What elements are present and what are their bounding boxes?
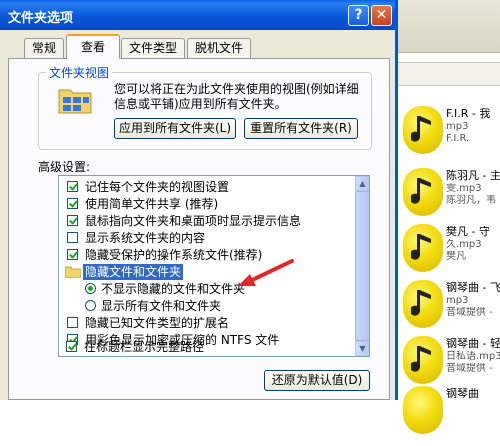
folder-options-dialog: 文件夹选项 ? ✕ 常规 查看 文件类型 脱机文件 文件夹视图 您可以将正在为此… (0, 0, 398, 400)
dialog-title: 文件夹选项 (8, 11, 74, 26)
radio-selected[interactable] (85, 283, 96, 294)
radio-label: 不显示隐藏的文件和文件夹 (101, 282, 246, 296)
setting-row[interactable]: 隐藏已知文件类型的扩展名 (59, 315, 355, 331)
advanced-settings-tree: 记住每个文件夹的视图设置 使用简单文件共享 (推荐) 鼠标指向文件夹和桌面项时显… (58, 175, 370, 357)
file-item[interactable]: 樊凡 - 守 久.mp3 樊凡 (400, 222, 500, 284)
file-meta: 雯.mp3 (446, 183, 482, 194)
close-button[interactable]: ✕ (371, 5, 392, 26)
folder-view-description: 您可以将正在为此文件夹使用的视图(例如详细信息或平铺)应用到所有文件夹。 (114, 82, 359, 111)
explorer-toolbar (395, 0, 500, 53)
setting-row[interactable]: 记住每个文件夹的视图设置 (59, 179, 355, 195)
radio-row[interactable]: 不显示隐藏的文件和文件夹 (59, 281, 355, 297)
music-file-icon (403, 336, 443, 384)
file-meta: F.I.R. (446, 133, 470, 144)
file-meta: 樊凡 (446, 251, 466, 262)
file-name: 钢琴曲 - 飞 (446, 282, 500, 294)
music-file-icon (403, 106, 443, 154)
file-meta: mp3 (446, 295, 469, 306)
apply-to-all-folders-button[interactable]: 应用到所有文件夹(L) (114, 118, 236, 139)
tab-offline-files[interactable]: 脱机文件 (187, 38, 251, 58)
setting-group-hidden-files[interactable]: 隐藏文件和文件夹 (59, 264, 355, 280)
checkbox-unchecked[interactable] (67, 317, 78, 328)
setting-label: 在标题栏显示完整路径 (84, 340, 205, 354)
setting-label: 鼠标指向文件夹和桌面项时显示提示信息 (85, 214, 302, 228)
checkbox-checked[interactable] (67, 198, 78, 209)
dialog-titlebar[interactable]: 文件夹选项 ? ✕ (0, 0, 395, 30)
checkbox-checked[interactable] (67, 215, 78, 226)
checkbox-checked[interactable] (67, 181, 78, 192)
setting-row[interactable]: 在标题栏显示完整路径 (58, 339, 354, 355)
checkbox-checked[interactable] (66, 341, 77, 352)
explorer-address-bar[interactable] (395, 62, 500, 86)
music-file-icon (403, 386, 443, 434)
scrollbar-thumb[interactable] (355, 191, 369, 341)
file-name: 钢琴曲 (446, 388, 479, 400)
reset-all-folders-button[interactable]: 重置所有文件夹(R) (244, 118, 358, 139)
setting-row[interactable]: 鼠标指向文件夹和桌面项时显示提示信息 (59, 213, 355, 229)
file-meta: 日私语.mp3 (446, 351, 500, 362)
scroll-up-arrow-icon[interactable]: ▲ (355, 176, 369, 191)
file-name: F.I.R - 我 (446, 108, 491, 120)
setting-label: 记住每个文件夹的视图设置 (85, 180, 230, 194)
restore-defaults-button[interactable]: 还原为默认值(D) (264, 370, 370, 391)
advanced-settings-label: 高级设置: (38, 160, 91, 174)
file-item[interactable]: 钢琴曲 - 飞 mp3 音域提供 - (400, 278, 500, 340)
scroll-down-arrow-icon[interactable]: ▼ (355, 341, 369, 356)
radio-label: 显示所有文件和文件夹 (101, 299, 222, 313)
file-meta: mp3 (446, 121, 469, 132)
tab-file-types[interactable]: 文件类型 (121, 38, 185, 58)
file-item[interactable]: 陈羽凡 - 主 雯.mp3 陈羽凡，韦 (400, 166, 500, 228)
file-meta: 久.mp3 (446, 239, 482, 250)
tab-view[interactable]: 查看 (66, 34, 120, 59)
folder-view-icon (58, 84, 92, 114)
file-meta: 陈羽凡，韦 (446, 195, 496, 206)
setting-row[interactable]: 使用简单文件共享 (推荐) (59, 196, 355, 212)
file-name: 钢琴曲 - 轻 (446, 338, 500, 350)
file-name: 陈羽凡 - 主 (446, 170, 500, 182)
checkbox-unchecked[interactable] (67, 232, 78, 243)
setting-row[interactable]: 隐藏受保护的操作系统文件(推荐) (59, 247, 355, 263)
checkbox-checked[interactable] (67, 249, 78, 260)
setting-label: 隐藏已知文件类型的扩展名 (85, 316, 230, 330)
setting-group-label: 隐藏文件和文件夹 (83, 264, 184, 280)
setting-label: 显示系统文件夹的内容 (85, 231, 206, 245)
setting-row[interactable]: 显示系统文件夹的内容 (59, 230, 355, 246)
file-meta: 音域提供 - (446, 363, 493, 374)
help-button[interactable]: ? (348, 5, 369, 26)
file-name: 樊凡 - 守 (446, 226, 490, 238)
file-meta: 音域提供 - (446, 307, 493, 318)
file-item[interactable]: 钢琴曲 (400, 384, 500, 446)
red-arrow-annotation-icon (238, 259, 294, 286)
setting-label: 使用简单文件共享 (推荐) (85, 197, 219, 211)
radio-unselected[interactable] (85, 300, 96, 311)
radio-row[interactable]: 显示所有文件和文件夹 (59, 298, 355, 314)
folder-icon (65, 266, 81, 278)
music-file-icon (403, 168, 443, 216)
music-file-icon (403, 224, 443, 272)
tab-general[interactable]: 常规 (24, 38, 64, 58)
file-item[interactable]: F.I.R - 我 mp3 F.I.R. (400, 104, 500, 166)
music-file-icon (403, 280, 443, 328)
folder-view-title: 文件夹视图 (46, 64, 113, 81)
tree-scrollbar[interactable]: ▲ ▼ (355, 176, 369, 356)
